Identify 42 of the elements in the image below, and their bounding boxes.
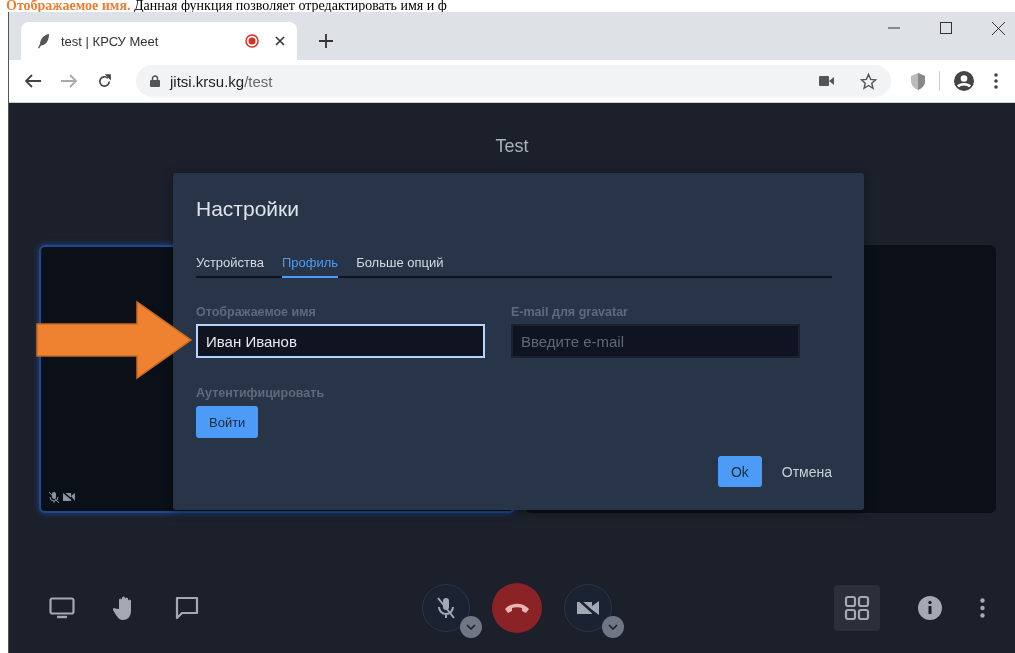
mic-off-icon [49,492,59,503]
close-icon[interactable] [992,21,1005,35]
microphone-button[interactable] [422,584,470,632]
url-field[interactable]: jitsi.krsu.kg/test [136,65,891,97]
lock-icon [150,75,160,87]
camera-button[interactable] [564,584,612,632]
back-icon[interactable] [25,74,41,88]
tab[interactable]: Больше опций [356,251,444,278]
tile-view-button[interactable] [834,585,880,631]
chat-icon[interactable] [175,596,199,620]
phone-icon [504,602,530,614]
login-button[interactable]: Войти [196,406,259,438]
dropdown-caret-icon[interactable] [460,616,482,638]
tab-title: test | КРСУ Meet [61,33,160,49]
reload-icon[interactable] [97,73,112,89]
browser-tab[interactable]: test | КРСУ Meet [21,22,297,60]
tab[interactable]: Устройства [196,251,264,278]
camera-off-icon [576,598,600,618]
close-icon[interactable] [275,36,285,46]
more-icon[interactable] [980,598,985,618]
text-field[interactable]: Иван Иванов [196,324,485,358]
shield-icon[interactable] [911,72,925,90]
screen-share-icon[interactable] [49,597,75,619]
info-icon[interactable] [918,596,942,620]
dialog-title: Настройки [196,197,300,221]
feather-icon [37,33,51,49]
account-icon[interactable] [954,71,974,91]
text-field[interactable]: Введите e-mail [511,324,800,358]
grid-icon [844,595,870,621]
hang-up-button[interactable] [492,583,542,633]
new-tab-icon[interactable] [319,34,333,48]
ok-button[interactable]: Ok [717,456,762,487]
camera-icon[interactable] [819,76,834,86]
tab[interactable]: Профиль [282,251,339,278]
cancel-button[interactable]: Отмена [781,463,832,480]
menu-icon[interactable] [994,73,998,89]
mic-off-icon [436,597,456,619]
camera-off-icon [63,492,75,502]
star-icon[interactable] [860,72,877,90]
dropdown-caret-icon[interactable] [602,616,624,638]
maximize-icon[interactable] [940,22,952,34]
meeting-title: Test [494,136,530,157]
